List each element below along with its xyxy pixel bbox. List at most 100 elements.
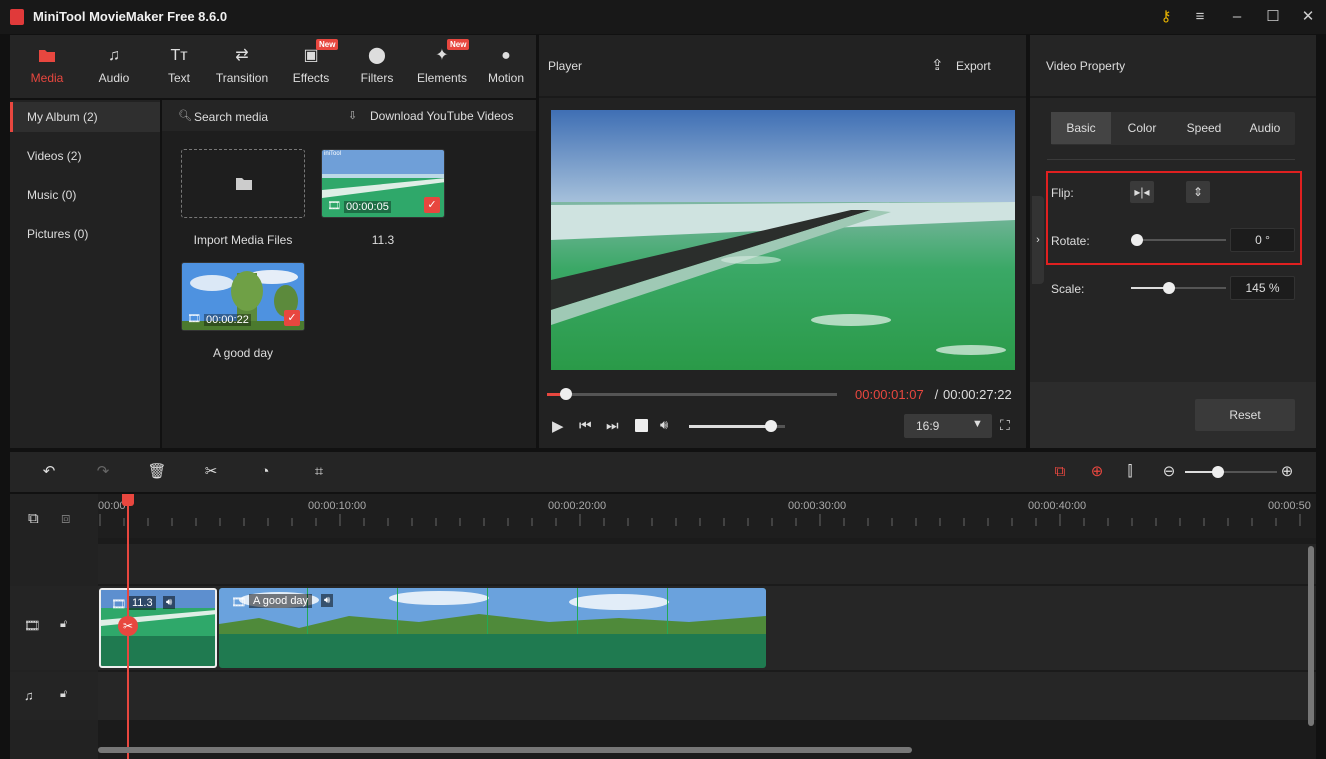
play-button[interactable]: ▶ [552,417,564,435]
ruler-label: 00:00:10:00 [308,500,367,512]
app-logo-icon [10,9,24,25]
tab-color[interactable]: Color [1111,112,1173,144]
sidebar-item-pictures[interactable]: Pictures (0) [10,219,160,249]
player-progress-track[interactable] [547,388,837,400]
zoom-out-icon[interactable]: ⊖ [1157,460,1181,484]
music-note-icon: ♫ [24,688,34,703]
check-icon: ✓ [424,197,440,213]
volume-icon[interactable]: 🔊︎ [660,417,668,433]
tab-text[interactable]: Tт Text [146,35,212,98]
tab-speed[interactable]: Speed [1173,112,1235,144]
scale-slider-handle[interactable] [1163,282,1175,294]
timeline-clip-11-3[interactable]: 🎞︎ 11.3 🔊︎ [99,588,217,668]
undo-icon[interactable]: ↶ [37,460,61,484]
snap-icon[interactable]: ⧉ [1048,460,1072,484]
scale-slider[interactable] [1131,282,1226,294]
search-input[interactable]: Search media [194,110,268,124]
tab-label: Audio [98,71,130,85]
split-scissors-icon[interactable]: ✂ [199,460,223,484]
music-note-icon: ♫ [108,47,120,64]
key-icon[interactable]: ⚷ [1154,6,1178,28]
speed-icon[interactable]: ◔ [253,460,277,484]
playhead-handle[interactable] [122,494,134,506]
rotate-slider[interactable] [1131,234,1226,246]
tab-filters[interactable]: ⬤ Filters [344,35,410,98]
time-ruler[interactable]: 00:00 00:00:10:00 00:00:20:00 00:00:30:0… [98,494,1316,538]
horizontal-scrollbar[interactable] [98,747,912,753]
split-scissors-icon[interactable]: ✂ [118,616,138,636]
scale-input[interactable]: 145 % [1230,276,1295,300]
motion-icon: ● [501,47,511,64]
export-button[interactable]: Export [956,59,991,73]
flip-vertical-icon[interactable]: ⇕ [1186,181,1210,203]
zoom-handle[interactable] [1212,466,1224,478]
tab-transition[interactable]: ⇄ Transition [209,35,275,98]
menu-icon[interactable]: ≡ [1188,6,1212,28]
music-track-header: ♫ 🔓︎ [10,672,98,720]
sidebar-item-music[interactable]: Music (0) [10,180,160,210]
lock-icon[interactable]: 🔓︎ [60,618,67,631]
lock-icon[interactable]: 🔓︎ [60,688,67,701]
album-sidebar: My Album (2) Videos (2) Music (0) Pictur… [10,100,160,448]
zoom-in-icon[interactable]: ⊕ [1275,460,1299,484]
next-frame-button[interactable]: ⏭ [606,417,619,434]
flip-label: Flip: [1051,186,1074,200]
split-marker-icon[interactable]: ⊕ [1085,460,1109,484]
empty-track[interactable] [98,544,1316,584]
tab-elements[interactable]: ✦ New Elements [409,35,475,98]
tab-basic[interactable]: Basic [1051,112,1111,144]
sidebar-item-videos[interactable]: Videos (2) [10,141,160,171]
zoom-slider[interactable] [1185,466,1277,478]
timeline-toolbar: ↶ ↷ 🗑︎ ✂ ◔ ⌗ ⧉ ⊕ ⫿ ⊖ ⊕ [10,452,1316,492]
vertical-scrollbar[interactable] [1308,546,1314,726]
maximize-button[interactable]: ☐ [1261,6,1285,28]
media-item-11-3[interactable]: iniTool 🎞︎ 00:00:05 ✓ [321,149,445,218]
tab-audio-property[interactable]: Audio [1235,112,1295,144]
tab-media[interactable]: Media [14,35,80,98]
collapse-panel-chevron-icon[interactable]: › [1032,196,1044,284]
text-icon: Tт [170,47,188,64]
timeline-clip-a-good-day[interactable]: 🎞︎ A good day 🔊︎ [219,588,766,668]
tab-motion[interactable]: ● Motion [476,35,536,98]
property-tabs: Basic Color Speed Audio [1051,112,1295,145]
sidebar-item-my-album[interactable]: My Album (2) [10,102,160,132]
media-item-a-good-day[interactable]: 🎞︎ 00:00:22 ✓ [181,262,305,331]
rotate-slider-handle[interactable] [1131,234,1143,246]
reset-button[interactable]: Reset [1195,399,1295,431]
import-media-button[interactable] [181,149,305,218]
download-youtube-link[interactable]: Download YouTube Videos [370,109,513,123]
flip-horizontal-icon[interactable]: ▸|◂ [1130,181,1154,203]
tab-audio[interactable]: ♫ Audio [81,35,147,98]
close-button[interactable]: ✕ [1296,6,1320,28]
aspect-ratio-select[interactable]: 16:9 ▼ [904,414,992,438]
export-icon: ⇪ [931,57,944,74]
fit-timeline-icon[interactable]: ⫿ [1118,460,1142,484]
fullscreen-icon[interactable]: ⛶ [1000,417,1010,434]
volume-slider[interactable] [689,420,785,432]
clip-audio-icon[interactable]: 🔊︎ [163,596,176,609]
minimize-button[interactable]: – [1225,6,1249,28]
previous-frame-button[interactable]: ⏮ [579,417,592,434]
duration-label: 00:00:05 [344,201,391,213]
add-track-icon[interactable]: ⧉ [28,510,39,527]
clip-audio-icon[interactable]: 🔊︎ [321,594,334,607]
total-time: 00:00:27:22 [943,387,1012,402]
current-time: 00:00:01:07 [855,387,924,402]
new-badge: New [316,39,339,50]
volume-level [689,425,771,428]
rotate-input[interactable]: 0 ° [1230,228,1295,252]
delete-icon[interactable]: 🗑︎ [145,460,169,484]
ruler-label: 00:00:50 [1268,500,1311,512]
redo-icon[interactable]: ↷ [91,460,115,484]
remove-track-icon[interactable]: ⧈ [61,510,71,527]
crop-icon[interactable]: ⌗ [307,460,331,484]
tab-label: Effects [292,71,330,85]
player-progress-handle[interactable] [560,388,572,400]
stop-button[interactable] [635,419,648,432]
video-preview[interactable] [551,110,1015,370]
ruler-label: 00:00:30:00 [788,500,847,512]
tab-effects[interactable]: ▣ New Effects [278,35,344,98]
volume-handle[interactable] [765,420,777,432]
film-icon: 🎞︎ [187,313,201,325]
timeline: ⧉ ⧈ 00:00 00:00:10:00 00:00:20:00 00:00:… [10,494,1316,759]
